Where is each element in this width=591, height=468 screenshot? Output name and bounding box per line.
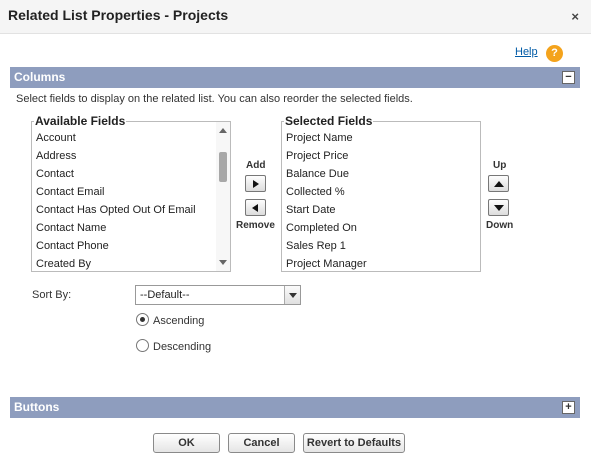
list-item[interactable]: Contact Email (36, 186, 104, 198)
ascending-label: Ascending (153, 315, 205, 327)
arrow-right-icon (253, 180, 259, 188)
buttons-section-title: Buttons (14, 400, 60, 414)
list-item[interactable]: Completed On (286, 222, 357, 234)
list-item[interactable]: Balance Due (286, 168, 349, 180)
ascending-radio[interactable] (136, 313, 149, 326)
move-up-button[interactable] (488, 175, 509, 192)
selected-fields-list[interactable]: Project Name Project Price Balance Due C… (281, 121, 481, 272)
list-item[interactable]: Contact Name (36, 222, 106, 234)
list-item[interactable]: Address (36, 150, 76, 162)
descending-label: Descending (153, 341, 212, 353)
arrow-down-icon (494, 205, 504, 211)
arrow-left-icon (252, 204, 258, 212)
list-item[interactable]: Contact Phone (36, 240, 109, 252)
columns-instructions: Select fields to display on the related … (16, 93, 413, 105)
move-down-button[interactable] (488, 199, 509, 216)
up-label: Up (493, 160, 507, 171)
add-button[interactable] (245, 175, 266, 192)
sort-by-label: Sort By: (32, 289, 72, 301)
available-fields-label: Available Fields (34, 114, 127, 128)
list-item[interactable]: Contact Has Opted Out Of Email (36, 204, 196, 216)
columns-section-title: Columns (14, 70, 66, 84)
ok-button[interactable]: OK (153, 433, 220, 453)
list-item[interactable]: Collected % (286, 186, 345, 198)
remove-label: Remove (236, 220, 275, 231)
cancel-button[interactable]: Cancel (228, 433, 295, 453)
revert-to-defaults-button[interactable]: Revert to Defaults (303, 433, 405, 453)
help-link[interactable]: Help (515, 46, 538, 58)
list-item[interactable]: Sales Rep 1 (286, 240, 346, 252)
expand-icon[interactable]: + (562, 401, 575, 414)
sort-by-value: --Default-- (140, 289, 190, 301)
selected-fields-label: Selected Fields (284, 114, 374, 128)
collapse-icon[interactable]: − (562, 71, 575, 84)
sort-by-select[interactable]: --Default-- (135, 285, 301, 305)
help-icon[interactable]: ? (546, 45, 563, 62)
scroll-up-icon[interactable] (219, 128, 227, 133)
scroll-thumb[interactable] (219, 152, 227, 182)
list-item[interactable]: Project Manager (286, 258, 367, 270)
down-label: Down (486, 220, 514, 231)
list-item[interactable]: Project Name (286, 132, 353, 144)
list-item[interactable]: Project Price (286, 150, 348, 162)
list-item[interactable]: Account (36, 132, 76, 144)
descending-radio[interactable] (136, 339, 149, 352)
arrow-up-icon (494, 181, 504, 187)
list-item[interactable]: Start Date (286, 204, 336, 216)
close-icon[interactable]: × (571, 9, 579, 24)
chevron-down-icon[interactable] (284, 286, 300, 304)
buttons-section-header: Buttons + (10, 397, 580, 418)
columns-section-header: Columns − (10, 67, 580, 88)
remove-button[interactable] (245, 199, 266, 216)
list-item[interactable]: Contact (36, 168, 74, 180)
add-label: Add (246, 160, 266, 171)
dialog-header: Related List Properties - Projects × (0, 0, 591, 34)
scroll-down-icon[interactable] (219, 260, 227, 265)
dialog-title: Related List Properties - Projects (8, 7, 229, 23)
available-fields-list[interactable]: Account Address Contact Contact Email Co… (31, 121, 231, 272)
list-item[interactable]: Created By (36, 258, 91, 270)
available-scrollbar[interactable] (216, 122, 230, 271)
